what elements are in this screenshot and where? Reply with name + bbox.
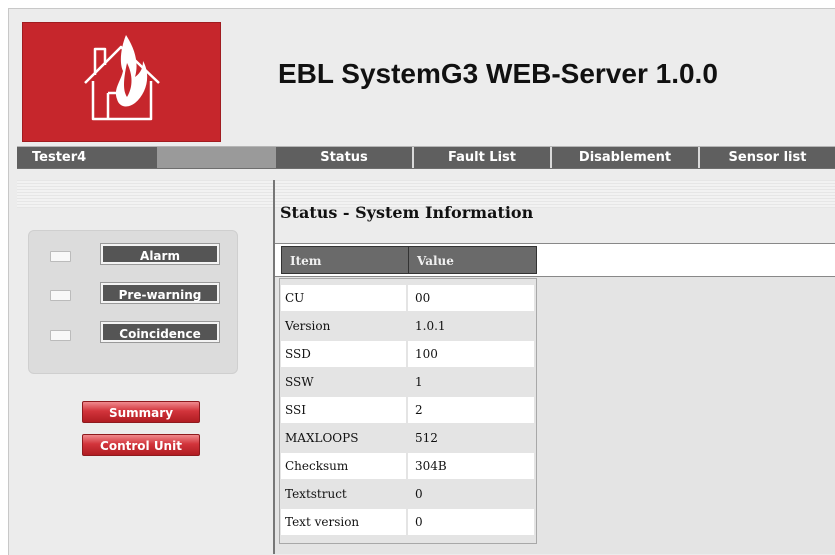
page-title: EBL SystemG3 WEB-Server 1.0.0 (278, 58, 718, 89)
row-value: 304B (408, 453, 534, 479)
coincidence-led-icon (50, 330, 71, 341)
row-value: 1 (415, 375, 423, 389)
row-item: SSD (281, 341, 406, 367)
logo (22, 22, 221, 142)
pre-warning-led-icon (50, 290, 71, 301)
row-item: SSW (285, 375, 314, 389)
column-header-value: Value (408, 246, 537, 274)
row-value: 0 (408, 509, 534, 535)
row-value: 00 (408, 285, 534, 311)
summary-button[interactable]: Summary (82, 401, 200, 423)
row-value: 1.0.1 (415, 319, 446, 333)
table-row: SSW 1 (281, 369, 536, 397)
row-value: 0 (415, 487, 423, 501)
row-item: Checksum (281, 453, 406, 479)
row-item: Text version (281, 509, 406, 535)
tab-sensor-list[interactable]: Sensor list (700, 147, 835, 168)
table-row: MAXLOOPS 512 (281, 425, 536, 453)
row-item: SSI (281, 397, 406, 423)
table-row: Version 1.0.1 (281, 313, 536, 341)
table-row: SSI 2 (281, 397, 536, 425)
table-row: Checksum 304B (281, 453, 536, 481)
section-title: Status - System Information (280, 203, 534, 222)
alarm-led-icon (50, 251, 71, 262)
row-value: 2 (408, 397, 534, 423)
table-row: Textstruct 0 (281, 481, 536, 509)
tab-status[interactable]: Status (276, 147, 414, 168)
alarm-indicator: Alarm (101, 244, 219, 264)
tab-fault-list[interactable]: Fault List (414, 147, 552, 168)
nav-bar: Tester4 Status Fault List Disablement Se… (17, 146, 835, 169)
row-value: 100 (408, 341, 534, 367)
user-label: Tester4 (17, 147, 157, 168)
row-value: 512 (415, 431, 438, 445)
row-item: Version (285, 319, 331, 333)
table-row: SSD 100 (281, 341, 536, 369)
pre-warning-indicator: Pre-warning (101, 283, 219, 303)
coincidence-indicator: Coincidence (101, 322, 219, 342)
row-item: Textstruct (285, 487, 347, 501)
column-header-item: Item (281, 246, 409, 274)
tab-disablement[interactable]: Disablement (552, 147, 700, 168)
row-item: MAXLOOPS (285, 431, 359, 445)
row-item: CU (281, 285, 406, 311)
table-row: Text version 0 (281, 509, 536, 537)
table-row: CU 00 (281, 285, 536, 313)
status-table: CU 00 Version 1.0.1 SSD 100 SSW 1 SSI 2 … (281, 285, 536, 537)
control-unit-button[interactable]: Control Unit (82, 434, 200, 456)
house-fire-icon (84, 35, 160, 121)
